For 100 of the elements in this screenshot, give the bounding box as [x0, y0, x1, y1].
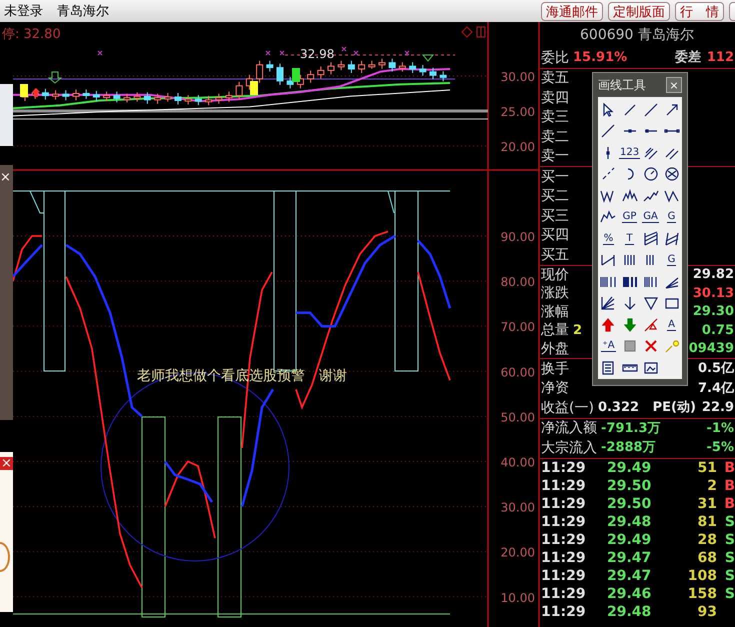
tick-price: 29.49	[607, 460, 652, 476]
quote-label: 总量	[541, 323, 569, 338]
tick-price: 29.46	[607, 586, 652, 602]
quote-label: 外盘	[541, 342, 569, 356]
candlestick	[154, 93, 162, 104]
candlestick	[92, 90, 100, 102]
toolbar-button[interactable]: 海通邮件	[541, 2, 603, 20]
drawing-tool-button[interactable]: %	[602, 232, 614, 245]
candlestick	[338, 60, 345, 71]
stock-name: 青岛海尔	[57, 3, 109, 20]
tick-side: S	[724, 514, 735, 530]
quote-value: 0.75	[702, 324, 734, 337]
tick-volume: 68	[696, 550, 717, 566]
quote-value: 112	[706, 51, 734, 64]
candlestick	[124, 93, 130, 103]
window-title: 画线工具	[598, 76, 646, 94]
close-button[interactable]: ×	[0, 171, 11, 184]
close-button[interactable]: ×	[0, 457, 13, 470]
indicator-axis-label: 60.00	[500, 365, 535, 380]
triangle-icon[interactable]	[642, 295, 659, 312]
candlestick	[328, 62, 334, 75]
candlestick	[226, 91, 232, 102]
drawing-tool-button[interactable]: T	[625, 232, 634, 245]
up-arrow-icon[interactable]	[600, 316, 616, 333]
drawing-tool-button[interactable]: GP	[622, 211, 638, 224]
tick-time: 11:29	[541, 532, 587, 548]
tick-volume: 51	[696, 460, 717, 476]
indicator-axis-label: 90.00	[500, 230, 535, 244]
indicator-axis-label: 30.00	[500, 500, 535, 515]
quote-value: 委差	[674, 51, 701, 64]
candlestick	[430, 67, 436, 80]
candlestick	[205, 95, 212, 106]
drawing-tool-button[interactable]: G	[666, 254, 676, 266]
quote-label: 换手	[541, 362, 569, 376]
up-arrow-icon	[32, 88, 40, 97]
candlestick	[215, 93, 222, 104]
delete-icon[interactable]	[642, 338, 659, 354]
quote-value: -2888万	[601, 441, 656, 454]
tick-price: 29.50	[607, 478, 652, 494]
tick-price: 29.49	[607, 532, 652, 548]
tick-time: 11:29	[541, 496, 587, 512]
candlestick	[388, 58, 396, 72]
quote-label: 净流入额	[541, 421, 597, 436]
quote-label: 收益(一)	[541, 400, 594, 415]
indicator-axis-label: 50.00	[500, 410, 535, 424]
quote-label: 现价	[541, 268, 569, 282]
bracket-icon[interactable]	[600, 252, 616, 268]
quote-value: 29.82	[692, 268, 734, 282]
tick-side: B	[723, 496, 735, 512]
indicator-axis-label: 10.00	[500, 590, 535, 605]
close-button[interactable]: ×	[666, 77, 682, 93]
candlestick	[82, 89, 90, 100]
candlestick	[317, 66, 324, 80]
down-arrow-icon	[48, 72, 62, 84]
tick-volume: 2	[706, 478, 717, 494]
sell-level-label: 卖一	[541, 149, 569, 164]
candlestick	[266, 60, 274, 72]
drawing-tool-button[interactable]: G	[666, 211, 676, 224]
drawing-tool-button[interactable]: ⁺A	[601, 340, 616, 352]
quote-label: 涨幅	[541, 304, 569, 319]
picture-icon[interactable]	[642, 360, 659, 376]
square-icon[interactable]	[622, 338, 638, 354]
drawing-tool-button[interactable]: GA	[642, 211, 659, 224]
indicator-axis-label: 20.00	[500, 546, 535, 560]
down-arrow-icon[interactable]	[622, 295, 638, 312]
line-arrow-icon[interactable]	[642, 316, 659, 333]
tick-time: 11:29	[541, 478, 587, 494]
toolbar-button[interactable]: 定制版面	[608, 2, 670, 20]
quote-value: 0.322	[598, 401, 640, 414]
tick-time: 11:29	[541, 460, 587, 476]
buy-level-label: 买五	[541, 248, 569, 262]
quote-value: 29.30	[692, 305, 734, 318]
hatch-icon[interactable]	[642, 230, 659, 247]
quote-label: 净资	[541, 381, 569, 396]
down-triangle-icon	[422, 54, 434, 62]
window-control-icon[interactable]	[461, 26, 486, 38]
wave-icon[interactable]	[622, 188, 638, 204]
candlestick	[368, 60, 376, 70]
candlestick	[62, 90, 70, 101]
tick-time: 11:29	[541, 568, 587, 584]
hatch-icon[interactable]	[664, 230, 680, 247]
candlestick	[276, 63, 284, 86]
tick-price: 29.47	[607, 568, 652, 584]
toolbar-button[interactable]: 行 情	[675, 2, 724, 20]
parallel-lines-icon[interactable]	[642, 144, 659, 161]
list-icon[interactable]	[600, 360, 616, 376]
drawing-tool-button[interactable]: 123	[618, 146, 640, 159]
quote-title: 600690 青岛海尔	[579, 26, 695, 45]
tick-time: 11:29	[541, 550, 587, 566]
candlestick	[113, 91, 120, 103]
candlestick	[409, 62, 416, 74]
quote-value: 2	[573, 324, 582, 337]
candlestick	[184, 94, 192, 105]
line-icon[interactable]	[600, 123, 616, 140]
line-icon[interactable]	[642, 102, 659, 118]
quote-value: 09439	[688, 342, 734, 356]
drawing-tool-button[interactable]: A	[667, 318, 676, 331]
fan-lines-icon[interactable]	[600, 295, 616, 312]
tick-side: B	[723, 460, 735, 476]
sell-level-label: 卖四	[541, 90, 569, 105]
